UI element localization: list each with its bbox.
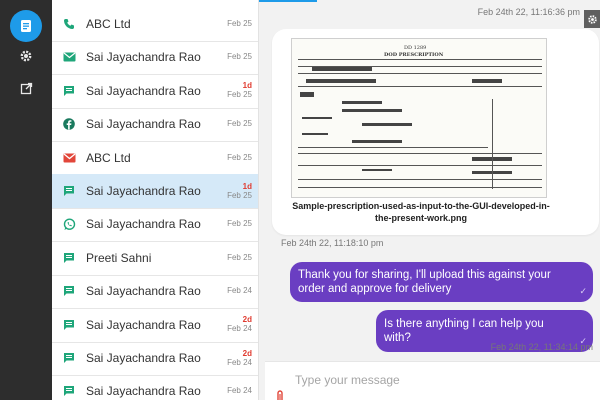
sms-icon bbox=[52, 85, 80, 97]
age-badge: 1d bbox=[242, 81, 252, 91]
chat-settings-button[interactable] bbox=[584, 10, 600, 28]
conversation-date: Feb 25 bbox=[227, 119, 252, 129]
chat-pane: Feb 24th 22, 11:16:36 pm DD 1289 DOD PRE… bbox=[259, 0, 600, 400]
conversation-date: Feb 25 bbox=[227, 190, 252, 200]
conversation-item[interactable]: Sai Jayachandra Rao Feb 25 bbox=[52, 40, 258, 76]
conversation-item[interactable]: Sai Jayachandra Rao 1d Feb 25 bbox=[52, 174, 258, 209]
nav-conversations-button[interactable] bbox=[10, 10, 42, 42]
outgoing-message: Thank you for sharing, I'll upload this … bbox=[290, 262, 593, 302]
age-badge: 2d bbox=[242, 315, 252, 325]
age-badge: 1d bbox=[242, 181, 252, 191]
sms-icon bbox=[52, 252, 80, 264]
nav-external-button[interactable] bbox=[10, 72, 42, 104]
contact-name: Sai Jayachandra Rao bbox=[86, 83, 201, 98]
nav-settings-button[interactable] bbox=[10, 40, 42, 72]
message-composer bbox=[265, 361, 600, 400]
conversation-item[interactable]: Sai Jayachandra Rao Feb 25 bbox=[52, 107, 258, 143]
contact-name: Sai Jayachandra Rao bbox=[86, 284, 201, 299]
external-link-icon bbox=[20, 82, 32, 94]
message-timestamp: Feb 24th 22, 11:18:10 pm bbox=[281, 238, 384, 248]
email-icon bbox=[52, 52, 80, 62]
contact-name: Sai Jayachandra Rao bbox=[86, 117, 201, 132]
conversation-item[interactable]: ABC Ltd Feb 25 bbox=[52, 141, 258, 176]
age-badge: 2d bbox=[242, 348, 252, 358]
sms-icon bbox=[52, 185, 80, 197]
nav-rail bbox=[0, 0, 52, 400]
conversation-date: Feb 24 bbox=[227, 286, 252, 296]
delivered-check-icon: ✓ bbox=[579, 286, 587, 296]
conversation-date: Feb 25 bbox=[227, 152, 252, 162]
whatsapp-icon bbox=[52, 218, 80, 231]
message-timestamp: Feb 24th 22, 11:34:14 pm bbox=[490, 342, 593, 352]
active-tab-indicator bbox=[259, 0, 317, 2]
message-text: Is there anything I can help you with? bbox=[384, 318, 544, 344]
conversation-item[interactable]: Sai Jayachandra Rao 2d Feb 24 bbox=[52, 341, 258, 376]
contact-name: Sai Jayachandra Rao bbox=[86, 351, 201, 365]
conversation-item[interactable]: Sai Jayachandra Rao 1d Feb 25 bbox=[52, 74, 258, 109]
conversation-item[interactable]: Sai Jayachandra Rao 2d Feb 24 bbox=[52, 308, 258, 343]
gear-icon bbox=[587, 14, 597, 24]
phone-icon bbox=[52, 18, 80, 30]
sms-icon bbox=[52, 285, 80, 297]
contact-name: Sai Jayachandra Rao bbox=[86, 384, 201, 399]
image-attachment-card[interactable]: DD 1289 DOD PRESCRIPTION Sample-prescrip… bbox=[272, 29, 599, 235]
facebook-icon bbox=[52, 118, 80, 130]
conversation-item[interactable]: Sai Jayachandra Rao Feb 24 bbox=[52, 274, 258, 310]
conversation-item[interactable]: Preeti Sahni Feb 25 bbox=[52, 241, 258, 276]
conversation-item[interactable]: Sai Jayachandra Rao Feb 25 bbox=[52, 207, 258, 243]
contact-name: ABC Ltd bbox=[86, 150, 131, 165]
conversation-date: Feb 24 bbox=[227, 357, 252, 367]
sms-icon bbox=[52, 319, 80, 331]
contact-name: Preeti Sahni bbox=[86, 250, 152, 265]
gmail-icon bbox=[52, 153, 80, 163]
contact-name: Sai Jayachandra Rao bbox=[86, 217, 201, 232]
conversation-list: ABC Ltd Feb 25 Sai Jayachandra Rao Feb 25 Sa… bbox=[52, 0, 259, 400]
contact-name: Sai Jayachandra Rao bbox=[86, 184, 201, 198]
conversation-date: Feb 25 bbox=[227, 219, 252, 229]
conversation-item[interactable]: ABC Ltd Feb 25 bbox=[52, 7, 258, 42]
attachment-filename[interactable]: Sample-prescription-used-as-input-to-the… bbox=[286, 200, 556, 224]
sms-icon bbox=[52, 385, 80, 397]
conversation-date: Feb 24 bbox=[227, 324, 252, 334]
prescription-image[interactable]: DD 1289 DOD PRESCRIPTION bbox=[291, 38, 547, 198]
gear-icon bbox=[20, 50, 32, 62]
paperclip-icon[interactable] bbox=[275, 389, 285, 400]
chat-list-icon bbox=[21, 20, 31, 32]
conversation-date: Feb 24 bbox=[227, 386, 252, 396]
sms-icon bbox=[52, 352, 80, 364]
conversation-date: Feb 25 bbox=[227, 52, 252, 62]
conversation-date: Feb 25 bbox=[227, 252, 252, 262]
contact-name: Sai Jayachandra Rao bbox=[86, 50, 201, 65]
message-input[interactable] bbox=[295, 370, 585, 390]
message-text: Thank you for sharing, I'll upload this … bbox=[298, 269, 551, 295]
conversation-date: Feb 25 bbox=[227, 90, 252, 100]
contact-name: Sai Jayachandra Rao bbox=[86, 317, 201, 332]
conversation-date: Feb 25 bbox=[227, 19, 252, 28]
message-timestamp: Feb 24th 22, 11:16:36 pm bbox=[477, 7, 580, 17]
doc-header: DOD PRESCRIPTION bbox=[384, 52, 444, 58]
contact-name: ABC Ltd bbox=[86, 17, 131, 31]
conversation-item[interactable]: Sai Jayachandra Rao Feb 24 bbox=[52, 374, 258, 400]
